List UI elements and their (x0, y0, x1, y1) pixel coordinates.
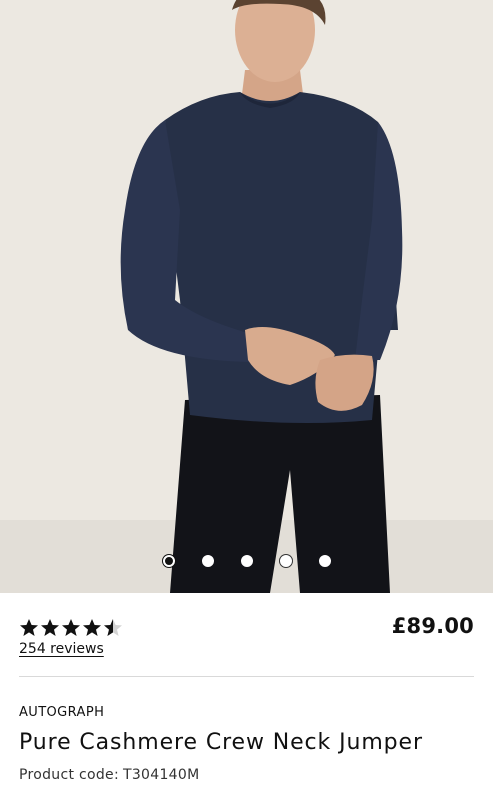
star-half-icon (104, 619, 122, 636)
product-image[interactable] (0, 0, 493, 593)
product-title: Pure Cashmere Crew Neck Jumper (19, 730, 423, 755)
star-full-icon (62, 619, 80, 636)
brand-name: AUTOGRAPH (19, 705, 105, 720)
star-full-icon (41, 619, 59, 636)
reviews-link[interactable]: 254 reviews (19, 641, 104, 657)
carousel-dots (0, 555, 493, 569)
product-code-label: Product code: (19, 767, 119, 783)
carousel-dot-3[interactable] (241, 555, 253, 567)
star-rating (19, 618, 123, 638)
carousel-dot-4[interactable] (280, 555, 292, 567)
divider (19, 676, 474, 677)
star-full-icon (83, 619, 101, 636)
carousel-dot-1[interactable] (163, 555, 175, 567)
product-code-value: T304140M (123, 767, 200, 783)
star-full-icon (20, 619, 38, 636)
model-photo (0, 0, 493, 593)
carousel-dot-5[interactable] (319, 555, 331, 567)
product-code: Product code: T304140M (19, 767, 199, 783)
carousel-dot-2[interactable] (202, 555, 214, 567)
product-price: £89.00 (391, 614, 474, 638)
